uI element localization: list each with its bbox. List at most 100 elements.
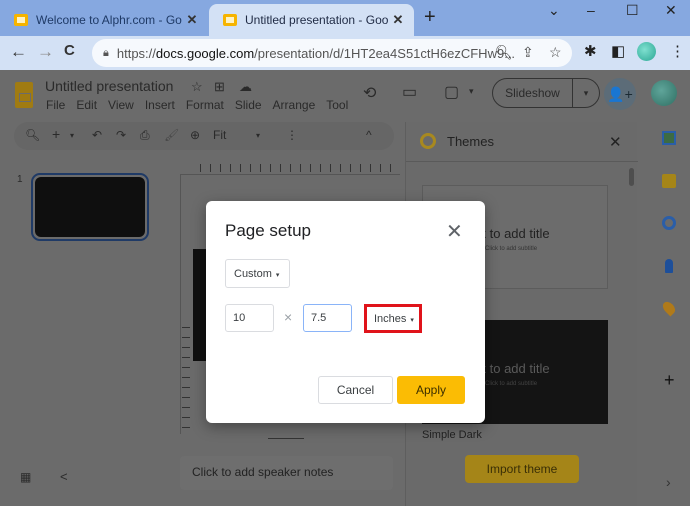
browser-tab-alphr[interactable]: Welcome to Alphr.com - Google ✕ bbox=[0, 4, 208, 36]
close-dialog-icon[interactable]: ✕ bbox=[446, 219, 463, 244]
expand-rail-icon[interactable]: › bbox=[666, 474, 671, 490]
collapse-toolbar-icon[interactable]: ^ bbox=[366, 128, 372, 142]
address-bar[interactable]: 🔒︎ https://docs.google.com/presentation/… bbox=[92, 39, 572, 67]
redo-icon[interactable]: ↷ bbox=[116, 128, 126, 142]
version-history-icon[interactable]: ⟲ bbox=[363, 83, 376, 103]
url-text: https://docs.google.com/presentation/d/1… bbox=[116, 45, 516, 61]
chevron-down-icon: ▾ bbox=[275, 272, 280, 279]
share-button[interactable]: 👤+ bbox=[604, 78, 636, 110]
menu-slide[interactable]: Slide bbox=[235, 98, 262, 112]
themes-title: Themes bbox=[447, 134, 494, 149]
new-slide-caret-icon[interactable]: ▾ bbox=[70, 131, 74, 140]
preset-value: Custom bbox=[234, 268, 272, 280]
move-folder-icon[interactable]: ⊞ bbox=[214, 79, 225, 95]
height-input[interactable] bbox=[303, 304, 352, 332]
side-rail: + › bbox=[648, 125, 690, 505]
maximize-button[interactable]: ☐ bbox=[626, 2, 639, 19]
zoom-icon[interactable]: 🔍︎ bbox=[495, 44, 513, 61]
editing-toolbar: 🔍︎ + ▾ ↶ ↷ ⎙ 🖌 ⊕ Fit ▾ ⋮ ^ bbox=[14, 122, 394, 150]
tasks-icon[interactable] bbox=[662, 216, 676, 230]
minimize-button[interactable]: – bbox=[587, 2, 595, 18]
canvas-resize-handle[interactable] bbox=[268, 438, 304, 439]
meet-icon[interactable]: ▢ bbox=[444, 82, 459, 102]
themes-header: Themes ✕ bbox=[406, 122, 638, 162]
close-window-button[interactable]: ✕ bbox=[665, 2, 677, 19]
slides-favicon-icon bbox=[14, 14, 28, 26]
tab-search-icon[interactable]: ⌄ bbox=[548, 2, 560, 19]
speaker-notes[interactable]: Click to add speaker notes bbox=[180, 456, 393, 490]
menu-file[interactable]: File bbox=[46, 98, 65, 112]
star-icon[interactable]: ☆ bbox=[191, 79, 203, 95]
times-separator: × bbox=[284, 309, 293, 325]
zoom-caret-icon[interactable]: ▾ bbox=[256, 131, 260, 140]
collapse-filmstrip-icon[interactable]: < bbox=[60, 469, 68, 484]
browser-menu-icon[interactable]: ⋮ bbox=[670, 42, 685, 60]
slideshow-button[interactable]: Slideshow ▾ bbox=[492, 78, 600, 108]
undo-icon[interactable]: ↶ bbox=[92, 128, 102, 142]
profile-avatar[interactable] bbox=[637, 42, 656, 61]
tab-title: Welcome to Alphr.com - Google bbox=[36, 13, 182, 27]
width-input[interactable] bbox=[225, 304, 274, 332]
slideshow-label[interactable]: Slideshow bbox=[493, 79, 573, 107]
theme-subtitle-placeholder: Click to add subtitle bbox=[485, 381, 538, 387]
cancel-button[interactable]: Cancel bbox=[318, 376, 393, 404]
apply-button[interactable]: Apply bbox=[397, 376, 465, 404]
close-tab-icon[interactable]: ✕ bbox=[182, 12, 202, 28]
calendar-icon[interactable] bbox=[662, 131, 676, 145]
more-options-icon[interactable]: ⋮ bbox=[286, 128, 298, 142]
share-page-icon[interactable]: ⇪ bbox=[522, 44, 534, 61]
bookmark-star-icon[interactable]: ☆ bbox=[549, 44, 562, 61]
extensions-puzzle-icon[interactable]: ✱ bbox=[584, 42, 597, 60]
close-tab-icon[interactable]: ✕ bbox=[388, 12, 408, 28]
palette-icon bbox=[420, 133, 436, 149]
meet-caret-icon[interactable]: ▾ bbox=[469, 86, 474, 97]
document-title[interactable]: Untitled presentation bbox=[45, 78, 173, 94]
speaker-notes-placeholder: Click to add speaker notes bbox=[192, 465, 334, 479]
new-tab-button[interactable]: + bbox=[424, 6, 436, 29]
menu-edit[interactable]: Edit bbox=[76, 98, 97, 112]
horizontal-ruler bbox=[200, 164, 400, 172]
browser-tab-strip: Welcome to Alphr.com - Google ✕ Untitled… bbox=[0, 0, 690, 36]
print-icon[interactable]: ⎙ bbox=[140, 128, 150, 143]
zoom-select[interactable]: Fit bbox=[213, 128, 226, 142]
paint-format-icon[interactable]: 🖌 bbox=[164, 128, 179, 142]
browser-tab-untitled-presentation[interactable]: Untitled presentation - Google Sl ✕ bbox=[209, 4, 414, 36]
side-panel-icon[interactable]: ◧ bbox=[611, 42, 625, 60]
search-menus-icon[interactable]: 🔍︎ bbox=[25, 128, 40, 142]
lock-icon: 🔒︎ bbox=[103, 46, 109, 59]
unit-select[interactable]: Inches ▾ bbox=[364, 304, 422, 333]
add-addon-icon[interactable]: + bbox=[664, 370, 675, 391]
unit-value: Inches bbox=[374, 313, 407, 325]
comments-icon[interactable]: ▭ bbox=[402, 82, 417, 102]
cloud-status-icon[interactable]: ☁ bbox=[239, 79, 252, 95]
menu-insert[interactable]: Insert bbox=[145, 98, 175, 112]
page-setup-dialog: Page setup ✕ Custom▾ × Inches▾ Cancel Ap… bbox=[206, 201, 485, 423]
screen: Welcome to Alphr.com - Google ✕ Untitled… bbox=[0, 0, 690, 506]
page-size-preset-select[interactable]: Custom ▾ bbox=[225, 259, 290, 288]
dialog-title: Page setup bbox=[225, 221, 312, 240]
menu-tools[interactable]: Tool bbox=[326, 98, 348, 112]
keep-icon[interactable] bbox=[662, 174, 676, 188]
maps-icon[interactable] bbox=[660, 299, 678, 317]
forward-button[interactable]: → bbox=[37, 42, 54, 62]
slides-logo-icon[interactable] bbox=[15, 82, 33, 108]
contacts-icon[interactable] bbox=[665, 259, 673, 273]
grid-view-icon[interactable]: ▦ bbox=[20, 470, 31, 484]
slide-number: 1 bbox=[17, 174, 23, 185]
account-avatar[interactable] bbox=[651, 80, 677, 106]
slideshow-options-caret-icon[interactable]: ▾ bbox=[573, 88, 599, 99]
menu-view[interactable]: View bbox=[108, 98, 134, 112]
menu-format[interactable]: Format bbox=[186, 98, 224, 112]
menu-arrange[interactable]: Arrange bbox=[273, 98, 316, 112]
vertical-ruler bbox=[182, 318, 190, 428]
close-themes-icon[interactable]: ✕ bbox=[609, 133, 622, 151]
slide-thumbnail-preview bbox=[35, 177, 145, 237]
reload-button[interactable]: C bbox=[64, 42, 75, 59]
zoom-tool-icon[interactable]: ⊕ bbox=[190, 128, 200, 142]
import-theme-button[interactable]: Import theme bbox=[465, 455, 579, 483]
slide-thumbnail[interactable] bbox=[31, 173, 149, 241]
back-button[interactable]: ← bbox=[10, 42, 27, 62]
new-slide-icon[interactable]: + bbox=[52, 126, 60, 142]
themes-scrollbar[interactable] bbox=[629, 168, 634, 186]
slides-favicon-icon bbox=[223, 14, 237, 26]
